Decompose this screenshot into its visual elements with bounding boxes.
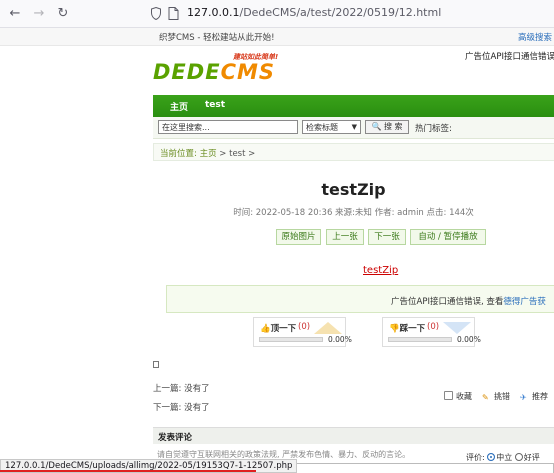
page-info-icon[interactable]	[168, 7, 179, 20]
shield-icon[interactable]	[151, 7, 161, 20]
arrow-right-icon[interactable]: →	[30, 5, 48, 23]
favorite-action[interactable]: 收藏	[444, 391, 472, 402]
search-button[interactable]: 🔍 搜 索	[365, 120, 409, 134]
prev-image-button[interactable]: 上一张	[326, 229, 364, 245]
down-arrow-icon	[443, 322, 471, 334]
vote-up-count: (0)	[298, 322, 311, 332]
search-type-select[interactable]: 检索标题 ▼	[302, 120, 361, 134]
zip-download-link[interactable]: testZip	[363, 265, 398, 276]
next-article-link[interactable]: 下一篇: 没有了	[153, 401, 210, 413]
article-ad-text: 广告位API接口通信错误, 查看	[391, 297, 504, 307]
article-meta: 时间: 2022-05-18 20:36 来源:未知 作者: admin 点击:…	[233, 208, 474, 218]
rating-good-radio[interactable]	[514, 453, 523, 461]
welcome-text: 织梦CMS - 轻松建站从此开始!	[159, 33, 275, 43]
comment-heading: 发表评论	[158, 433, 193, 443]
vote-down-bar	[388, 337, 452, 342]
prev-article-link[interactable]: 上一篇: 没有了	[153, 382, 210, 394]
status-underline	[0, 470, 256, 472]
report-action[interactable]: ✎ 挑错	[482, 391, 510, 402]
document-icon	[153, 361, 159, 368]
rating-good-label: 好评	[523, 453, 540, 462]
vote-up-bar	[259, 337, 323, 342]
vote-down-box[interactable]: 👎踩一下 (0) 0.00%	[382, 317, 481, 347]
arrow-left-icon[interactable]: ←	[6, 5, 24, 23]
header-ad-text: 广告位API接口通信错误,	[465, 52, 554, 62]
rating-group: 评价: 中立 好评	[466, 452, 540, 463]
advanced-search-link[interactable]: 高级搜索	[518, 31, 552, 43]
vote-down-label: 👎踩一下	[389, 324, 426, 334]
vote-up-label: 👍顶一下	[260, 324, 297, 334]
recommend-action[interactable]: ✈ 推荐	[520, 391, 548, 402]
vote-up-percent: 0.00%	[328, 335, 352, 344]
next-image-button[interactable]: 下一张	[368, 229, 406, 245]
chevron-down-icon: ▼	[351, 123, 357, 131]
search-bar: 在这里搜索... 检索标题 ▼ 🔍 搜 索 热门标签:	[153, 117, 554, 139]
search-type-value: 检索标题	[306, 123, 338, 132]
autoplay-button[interactable]: 自动 / 暂停播放	[410, 229, 486, 245]
logo-wordmark: DEDECMS	[153, 60, 275, 84]
article-ad-link[interactable]: 德得广告获	[503, 297, 546, 307]
thumbs-up-icon: 👍	[260, 324, 271, 334]
main-nav: 主页 test	[153, 95, 554, 117]
search-input[interactable]: 在这里搜索...	[158, 120, 298, 134]
site-logo[interactable]: 建站如此简单! DEDECMS	[153, 53, 293, 84]
rating-neutral-radio[interactable]	[487, 453, 496, 461]
up-arrow-icon	[314, 322, 342, 334]
breadcrumb-separator: >	[248, 149, 256, 159]
url-host: 127.0.0.1	[187, 6, 240, 19]
article-ad-box: 广告位API接口通信错误, 查看德得广告获	[166, 285, 554, 313]
search-button-label: 搜 索	[383, 122, 403, 131]
breadcrumb-prefix: 当前位置:	[160, 149, 197, 159]
address-bar[interactable]: 127.0.0.1/DedeCMS/a/test/2022/0519/12.ht…	[187, 6, 441, 19]
rating-neutral-label: 中立	[496, 453, 513, 462]
vote-down-percent: 0.00%	[457, 335, 481, 344]
hot-tags-label: 热门标签:	[415, 124, 452, 134]
nav-item-home[interactable]: 主页	[170, 100, 188, 113]
breadcrumb-separator: >	[219, 149, 227, 159]
vote-down-count: (0)	[427, 322, 440, 332]
breadcrumb: 当前位置: 主页 > test >	[153, 143, 554, 161]
pencil-icon: ✎	[482, 393, 489, 402]
original-image-button[interactable]: 原始图片	[276, 229, 321, 245]
article-title: testZip	[321, 180, 386, 199]
site-topbar: 织梦CMS - 轻松建站从此开始! 高级搜索	[0, 28, 554, 46]
vote-up-box[interactable]: 👍顶一下 (0) 0.00%	[253, 317, 352, 347]
breadcrumb-current[interactable]: test	[229, 149, 245, 159]
url-path: /DedeCMS/a/test/2022/0519/12.html	[239, 6, 442, 19]
thumbs-down-icon: 👎	[389, 324, 400, 334]
share-icon: ✈	[520, 393, 527, 402]
breadcrumb-home[interactable]: 主页	[200, 149, 217, 159]
search-icon: 🔍	[371, 122, 382, 131]
bookmark-icon	[444, 391, 453, 400]
reload-icon[interactable]: ↻	[54, 5, 72, 23]
rating-label: 评价:	[466, 453, 485, 462]
browser-toolbar: ← → ↻ 127.0.0.1/DedeCMS/a/test/2022/0519…	[0, 0, 554, 28]
nav-item-test[interactable]: test	[205, 100, 225, 110]
comment-header: 发表评论	[153, 427, 554, 444]
